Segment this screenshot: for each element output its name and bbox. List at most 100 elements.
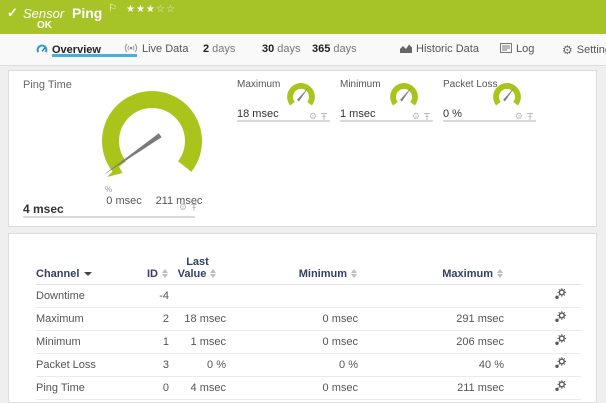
channel-settings-icon[interactable] <box>553 288 567 304</box>
mini-gauge-underline <box>237 120 330 122</box>
cell-maximum: 40 % <box>358 359 504 371</box>
mini-gauge-packet-loss: Packet Loss 0 % ⚙ <box>443 71 536 123</box>
table-body: Downtime -4 Maximum 2 18 msec 0 msec 291… <box>36 284 581 400</box>
sort-icon <box>162 269 169 278</box>
status-ok-check-icon: ✓ <box>7 5 18 21</box>
table-row-downtime: Downtime -4 <box>36 285 581 308</box>
column-header-minimum[interactable]: Minimum <box>226 268 358 280</box>
cell-minimum: 0 msec <box>226 336 358 348</box>
sort-icon <box>210 269 217 278</box>
cell-channel: Packet Loss <box>36 359 131 371</box>
mini-gauge-maximum: Maximum 18 msec ⚙ <box>237 71 330 123</box>
channel-settings-icon[interactable] <box>553 357 567 373</box>
cell-channel: Ping Time <box>36 382 131 394</box>
sensor-header: ✓ Sensor Ping ⚐ ★★★☆☆ OK <box>0 0 606 34</box>
ping-time-gauge <box>92 84 212 199</box>
table-row-ping-time: Ping Time 0 4 msec 0 msec 211 msec <box>36 377 581 400</box>
log-list-icon <box>500 43 512 53</box>
sort-desc-icon <box>84 272 92 276</box>
main-gauge-value: 4 msec <box>23 202 64 216</box>
cell-id: 0 <box>131 382 169 394</box>
cell-last-value: 4 msec <box>169 382 226 394</box>
gauge-settings-gear-icon[interactable]: ⚙ <box>179 203 187 212</box>
mini-gauge-underline <box>443 120 536 122</box>
percent-marker: % <box>105 185 112 194</box>
cell-minimum: 0 msec <box>226 382 358 394</box>
cell-maximum: 211 msec <box>358 382 504 394</box>
cell-channel: Maximum <box>36 313 131 325</box>
sensor-type-label: Sensor <box>23 6 64 21</box>
main-gauge-underline <box>23 216 195 218</box>
mini-gauge-value: 1 msec <box>340 108 375 120</box>
tab-30-days[interactable]: 30days <box>262 43 301 55</box>
gauges-panel: Ping Time % 0 msec 211 msec 4 msec ⚙ Max… <box>8 70 597 227</box>
gear-icon: ⚙ <box>562 43 573 57</box>
pin-icon[interactable] <box>190 203 198 212</box>
stars-empty[interactable]: ☆☆ <box>156 4 176 15</box>
tab-label[interactable]: days <box>212 43 235 55</box>
tab-label[interactable]: Live Data <box>142 43 188 55</box>
cell-id: 3 <box>131 359 169 371</box>
column-header-id[interactable]: ID <box>131 268 169 280</box>
sort-icon <box>351 269 358 278</box>
area-chart-icon <box>400 43 412 53</box>
channel-settings-icon[interactable] <box>553 334 567 350</box>
tab-live-data[interactable]: Live Data <box>124 43 188 55</box>
tab-historic-data[interactable]: Historic Data <box>400 43 479 55</box>
priority-stars[interactable]: ★★★☆☆ <box>126 4 176 15</box>
cell-id: -4 <box>131 290 169 302</box>
tab-label[interactable]: days <box>277 43 300 55</box>
flag-icon: ⚐ <box>108 3 117 14</box>
column-header-channel[interactable]: Channel <box>36 268 131 280</box>
cell-last-value: 18 msec <box>169 313 226 325</box>
stars-filled[interactable]: ★★★ <box>126 4 156 15</box>
mini-gauge-minimum: Minimum 1 msec ⚙ <box>340 71 433 123</box>
column-header-maximum[interactable]: Maximum <box>358 268 504 280</box>
tab-number[interactable]: 30 <box>262 43 274 55</box>
tab-bar: Overview Live Data 2days 30days 365days … <box>0 34 606 66</box>
tab-label[interactable]: Settings <box>577 44 606 56</box>
mini-gauge-value: 0 % <box>443 108 462 120</box>
sort-icon <box>497 269 504 278</box>
mini-gauge-underline <box>340 120 433 122</box>
cell-minimum: 0 msec <box>226 313 358 325</box>
broadcast-icon <box>124 43 138 53</box>
sensor-name: Ping <box>72 5 102 21</box>
tab-label[interactable]: Historic Data <box>416 43 479 55</box>
cell-maximum: 206 msec <box>358 336 504 348</box>
tab-number[interactable]: 2 <box>203 43 209 55</box>
cell-channel: Minimum <box>36 336 131 348</box>
table-row-minimum: Minimum 1 1 msec 0 msec 206 msec <box>36 331 581 354</box>
maximum-gauge <box>285 83 317 113</box>
channel-settings-icon[interactable] <box>553 311 567 327</box>
cell-last-value: 1 msec <box>169 336 226 348</box>
cell-id: 1 <box>131 336 169 348</box>
mini-gauge-value: 18 msec <box>237 108 279 120</box>
channels-table-panel: Channel ID LastValue Minimum Maximum Dow… <box>8 233 597 403</box>
minimum-gauge <box>388 83 420 113</box>
cell-maximum: 291 msec <box>358 313 504 325</box>
tab-label[interactable]: days <box>333 43 356 55</box>
cell-id: 2 <box>131 313 169 325</box>
tab-label[interactable]: Log <box>516 43 534 55</box>
cell-minimum: 0 % <box>226 359 358 371</box>
cell-last-value: 0 % <box>169 359 226 371</box>
tab-2-days[interactable]: 2days <box>203 43 235 55</box>
sensor-status-badge: OK <box>37 20 52 31</box>
mini-gauge-title: Maximum <box>237 79 280 90</box>
gauge-icon <box>36 43 48 54</box>
mini-gauge-title: Packet Loss <box>443 79 497 90</box>
tab-overview[interactable]: Overview <box>36 43 101 56</box>
mini-gauge-title: Minimum <box>340 79 381 90</box>
tab-365-days[interactable]: 365days <box>312 43 357 55</box>
tab-log[interactable]: Log <box>500 43 534 55</box>
channel-settings-icon[interactable] <box>553 380 567 396</box>
gauge-corner-icons: ⚙ <box>179 203 198 212</box>
table-header-row: Channel ID LastValue Minimum Maximum <box>36 252 581 284</box>
packet-loss-gauge <box>491 83 523 113</box>
column-header-last-value[interactable]: LastValue <box>169 256 226 280</box>
cell-channel: Downtime <box>36 290 131 302</box>
tab-settings[interactable]: ⚙ Settings <box>562 43 606 57</box>
tab-number[interactable]: 365 <box>312 43 330 55</box>
table-row-packet-loss: Packet Loss 3 0 % 0 % 40 % <box>36 354 581 377</box>
